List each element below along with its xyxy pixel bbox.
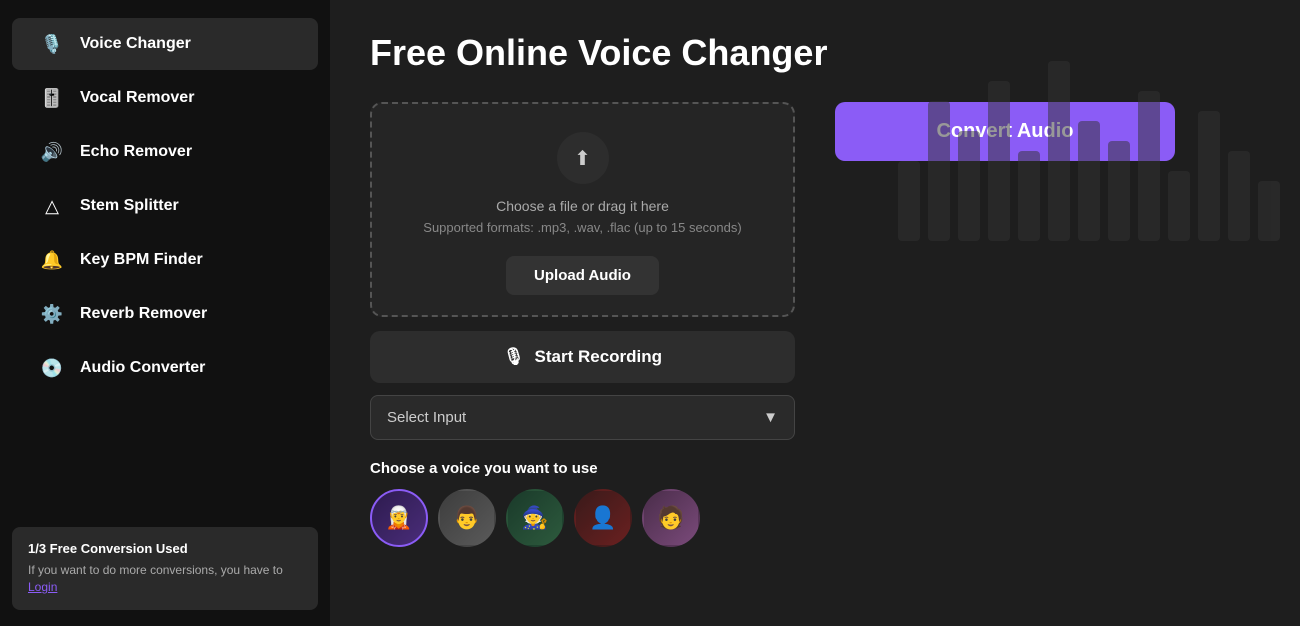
- chevron-down-icon: ▼: [763, 409, 778, 426]
- select-input-dropdown[interactable]: Select Input ▼: [370, 395, 795, 440]
- echo-remover-icon: 🔊: [40, 140, 64, 164]
- waveform-bar-12: [1258, 181, 1280, 241]
- waveform-bar-1: [928, 101, 950, 241]
- start-recording-button[interactable]: 🎙 Start Recording: [370, 331, 795, 383]
- waveform-bar-3: [988, 81, 1010, 241]
- waveform-bar-9: [1168, 171, 1190, 241]
- waveform-bar-11: [1228, 151, 1250, 241]
- upload-hint: Choose a file or drag it here: [392, 198, 773, 214]
- waveform-bar-0: [898, 161, 920, 241]
- upload-audio-button[interactable]: Upload Audio: [506, 256, 659, 295]
- voice-changer-icon: 🎙️: [40, 32, 64, 56]
- waveform-bar-8: [1138, 91, 1160, 241]
- voice-avatar-v2[interactable]: 👨: [438, 489, 496, 547]
- upload-zone[interactable]: ⬆ Choose a file or drag it here Supporte…: [370, 102, 795, 317]
- right-panel: Convert Audio: [835, 102, 1260, 181]
- waveform-bar-7: [1108, 141, 1130, 241]
- upload-icon: ⬆: [574, 146, 591, 171]
- main-content: Free Online Voice Changer ⬆ Choose a fil…: [330, 0, 1300, 626]
- conversion-message: If you want to do more conversions, you …: [28, 562, 302, 596]
- select-input-label: Select Input: [387, 409, 466, 426]
- upload-icon-circle: ⬆: [557, 132, 609, 184]
- conversion-info: 1/3 Free Conversion Used If you want to …: [12, 527, 318, 610]
- waveform-decoration: [898, 61, 1280, 241]
- waveform-bar-10: [1198, 111, 1220, 241]
- microphone-icon: 🎙: [503, 347, 525, 367]
- sidebar-label-voice-changer: Voice Changer: [80, 35, 191, 53]
- sidebar-label-reverb-remover: Reverb Remover: [80, 305, 207, 323]
- conversion-count: 1/3 Free Conversion Used: [28, 541, 302, 556]
- voice-avatars-container: 🧝👨🧙👤🧑: [370, 489, 795, 547]
- vocal-remover-icon: 🎚️: [40, 86, 64, 110]
- audio-converter-icon: 💿: [40, 356, 64, 380]
- login-link[interactable]: Login: [28, 580, 57, 594]
- waveform-bar-2: [958, 131, 980, 241]
- sidebar-item-audio-converter[interactable]: 💿 Audio Converter: [12, 342, 318, 394]
- stem-splitter-icon: △: [40, 194, 64, 218]
- sidebar-item-voice-changer[interactable]: 🎙️ Voice Changer: [12, 18, 318, 70]
- voice-avatar-v3[interactable]: 🧙: [506, 489, 564, 547]
- sidebar-item-echo-remover[interactable]: 🔊 Echo Remover: [12, 126, 318, 178]
- sidebar-item-key-bpm-finder[interactable]: 🔔 Key BPM Finder: [12, 234, 318, 286]
- sidebar-item-reverb-remover[interactable]: ⚙️ Reverb Remover: [12, 288, 318, 340]
- voice-avatar-v1[interactable]: 🧝: [370, 489, 428, 547]
- waveform-bar-4: [1018, 151, 1040, 241]
- waveform-bar-5: [1048, 61, 1070, 241]
- left-panel: ⬆ Choose a file or drag it here Supporte…: [370, 102, 795, 547]
- sidebar-item-vocal-remover[interactable]: 🎚️ Vocal Remover: [12, 72, 318, 124]
- sidebar: 🎙️ Voice Changer 🎚️ Vocal Remover 🔊 Echo…: [0, 0, 330, 626]
- upload-formats: Supported formats: .mp3, .wav, .flac (up…: [392, 218, 773, 238]
- sidebar-label-vocal-remover: Vocal Remover: [80, 89, 194, 107]
- voice-avatar-v4[interactable]: 👤: [574, 489, 632, 547]
- sidebar-label-audio-converter: Audio Converter: [80, 359, 205, 377]
- sidebar-label-stem-splitter: Stem Splitter: [80, 197, 179, 215]
- voice-avatar-v5[interactable]: 🧑: [642, 489, 700, 547]
- reverb-remover-icon: ⚙️: [40, 302, 64, 326]
- sidebar-label-echo-remover: Echo Remover: [80, 143, 192, 161]
- waveform-bar-6: [1078, 121, 1100, 241]
- voice-section-label: Choose a voice you want to use: [370, 460, 795, 477]
- key-bpm-finder-icon: 🔔: [40, 248, 64, 272]
- sidebar-label-key-bpm-finder: Key BPM Finder: [80, 251, 203, 269]
- sidebar-item-stem-splitter[interactable]: △ Stem Splitter: [12, 180, 318, 232]
